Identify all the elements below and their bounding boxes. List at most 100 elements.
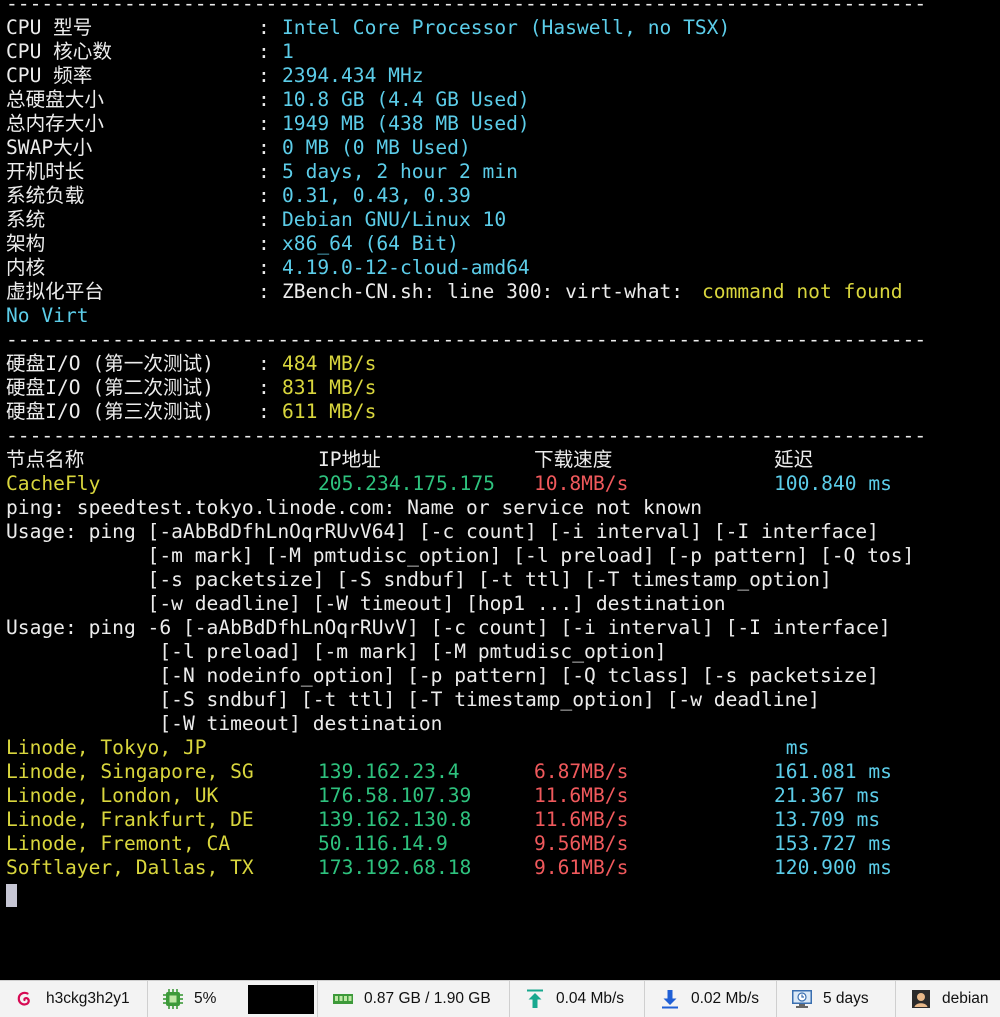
node-name: CacheFly — [6, 472, 101, 495]
sysinfo-separator: : — [258, 184, 282, 207]
node-speed: 11.6MB/s — [534, 784, 629, 807]
virt-label: 虚拟化平台 — [6, 280, 104, 303]
sysinfo-label: 系统 — [6, 208, 46, 231]
disk-io-separator: : — [258, 400, 282, 423]
node-name: Linode, Fremont, CA — [6, 832, 231, 855]
sysinfo-label: 总硬盘大小 — [6, 88, 104, 111]
node-latency: ms — [774, 736, 810, 759]
sysinfo-separator: : — [258, 160, 282, 183]
disk-io-value: 484 MB/s — [282, 352, 377, 375]
sysinfo-value: Intel Core Processor (Haswell, no TSX) — [282, 16, 731, 39]
memory-module-icon — [332, 988, 354, 1010]
sysinfo-label: 总内存大小 — [6, 112, 104, 135]
user-name: debian — [942, 990, 989, 1007]
download-arrow-icon — [659, 988, 681, 1010]
header-speed: 下载速度 — [534, 448, 613, 471]
disk-io-separator: : — [258, 352, 282, 375]
user-avatar-icon — [910, 988, 932, 1010]
sysinfo-label: SWAP大小 — [6, 136, 93, 159]
sysinfo-label: CPU 频率 — [6, 64, 93, 87]
ping-output-text: [-W timeout] destination — [6, 712, 443, 735]
sysinfo-separator: : — [258, 64, 282, 87]
node-ip: 139.162.130.8 — [318, 808, 472, 831]
node-speed: 6.87MB/s — [534, 760, 629, 783]
sysinfo-value: Debian GNU/Linux 10 — [282, 208, 507, 231]
sysinfo-separator: : — [258, 232, 282, 255]
ping-output-text: [-l preload] [-m mark] [-M pmtudisc_opti… — [6, 640, 667, 663]
hostname-item[interactable]: h3ckg3h2y1 — [0, 981, 148, 1017]
debian-swirl-icon — [14, 988, 36, 1010]
node-latency: 161.081 ms — [774, 760, 892, 783]
sysinfo-value: 10.8 GB (4.4 GB Used) — [282, 88, 530, 111]
sysinfo-value: 1949 MB (438 MB Used) — [282, 112, 530, 135]
sysinfo-value: 5 days, 2 hour 2 min — [282, 160, 518, 183]
sysinfo-label: CPU 型号 — [6, 16, 93, 39]
ping-output-text: Usage: ping -6 [-aAbBdDfhLnOqrRUvV] [-c … — [6, 616, 891, 639]
ping-output-text: [-S sndbuf] [-t ttl] [-T timestamp_optio… — [6, 688, 820, 711]
disk-io-label: 硬盘I/O (第三次测试) — [6, 400, 214, 423]
hostname-label: h3ckg3h2y1 — [46, 990, 130, 1007]
disk-io-separator: : — [258, 376, 282, 399]
upload-speed-item[interactable]: 0.04 Mb/s — [510, 981, 645, 1017]
sysinfo-value: x86_64 (64 Bit) — [282, 232, 459, 255]
virt-result: No Virt — [6, 304, 89, 327]
sysinfo-value: 2394.434 MHz — [282, 64, 424, 87]
download-speed-value: 0.02 Mb/s — [691, 990, 760, 1007]
node-ip: 173.192.68.18 — [318, 856, 472, 879]
separator-text: ----------------------------------------… — [6, 0, 927, 15]
terminal-cursor — [6, 884, 17, 907]
status-bar: h3ckg3h2y1 5% 0.87 GB / 1.90 GB 0.04 Mb/… — [0, 980, 1000, 1017]
virt-separator: : — [258, 280, 282, 303]
node-name: Linode, Tokyo, JP — [6, 736, 207, 759]
node-ip: 176.58.107.39 — [318, 784, 472, 807]
cpu-usage-item[interactable]: 5% — [148, 981, 248, 1017]
sysinfo-label: CPU 核心数 — [6, 40, 112, 63]
node-latency: 100.840 ms — [774, 472, 892, 495]
node-latency: 21.367 ms — [774, 784, 881, 807]
sysinfo-separator: : — [258, 40, 282, 63]
monitor-clock-icon — [791, 988, 813, 1010]
node-speed: 10.8MB/s — [534, 472, 629, 495]
node-name: Linode, Singapore, SG — [6, 760, 254, 783]
download-speed-item[interactable]: 0.02 Mb/s — [645, 981, 777, 1017]
ping-output-text: [-s packetsize] [-S sndbuf] [-t ttl] [-T… — [6, 568, 832, 591]
ping-output-text: ping: speedtest.tokyo.linode.com: Name o… — [6, 496, 702, 519]
header-latency: 延迟 — [774, 448, 814, 471]
sysinfo-value: 1 — [282, 40, 294, 63]
disk-io-label: 硬盘I/O (第二次测试) — [6, 376, 214, 399]
separator-text: ----------------------------------------… — [6, 424, 927, 447]
separator-text: ----------------------------------------… — [6, 328, 927, 351]
sysinfo-separator: : — [258, 16, 282, 39]
upload-speed-value: 0.04 Mb/s — [556, 990, 625, 1007]
cpu-usage-value: 5% — [194, 990, 217, 1007]
disk-io-label: 硬盘I/O (第一次测试) — [6, 352, 214, 375]
sysinfo-separator: : — [258, 88, 282, 111]
sysinfo-value: 4.19.0-12-cloud-amd64 — [282, 256, 530, 279]
ping-output-text: [-m mark] [-M pmtudisc_option] [-l prelo… — [6, 544, 915, 567]
terminal-output[interactable]: ----------------------------------------… — [0, 0, 1000, 980]
node-speed: 9.61MB/s — [534, 856, 629, 879]
sysinfo-separator: : — [258, 112, 282, 135]
node-name: Softlayer, Dallas, TX — [6, 856, 254, 879]
sysinfo-label: 内核 — [6, 256, 46, 279]
sysinfo-separator: : — [258, 136, 282, 159]
uptime-item[interactable]: 5 days — [777, 981, 896, 1017]
cpu-usage-graph — [248, 985, 314, 1014]
node-speed: 9.56MB/s — [534, 832, 629, 855]
node-ip: 50.116.14.9 — [318, 832, 448, 855]
ping-output-text: [-w deadline] [-W timeout] [hop1 ...] de… — [6, 592, 726, 615]
sysinfo-value: 0 MB (0 MB Used) — [282, 136, 471, 159]
memory-usage-value: 0.87 GB / 1.90 GB — [364, 990, 491, 1007]
user-item[interactable]: debian — [896, 981, 1000, 1017]
ping-output-text: [-N nodeinfo_option] [-p pattern] [-Q tc… — [6, 664, 879, 687]
sysinfo-separator: : — [258, 256, 282, 279]
memory-item[interactable]: 0.87 GB / 1.90 GB — [317, 981, 510, 1017]
node-ip: 205.234.175.175 — [318, 472, 495, 495]
virt-error-prefix: ZBench-CN.sh: line 300: virt-what: — [282, 280, 695, 303]
header-ip: IP地址 — [318, 448, 381, 471]
disk-io-value: 831 MB/s — [282, 376, 377, 399]
sysinfo-label: 开机时长 — [6, 160, 85, 183]
node-latency: 120.900 ms — [774, 856, 892, 879]
node-name: Linode, London, UK — [6, 784, 219, 807]
sysinfo-label: 系统负载 — [6, 184, 85, 207]
